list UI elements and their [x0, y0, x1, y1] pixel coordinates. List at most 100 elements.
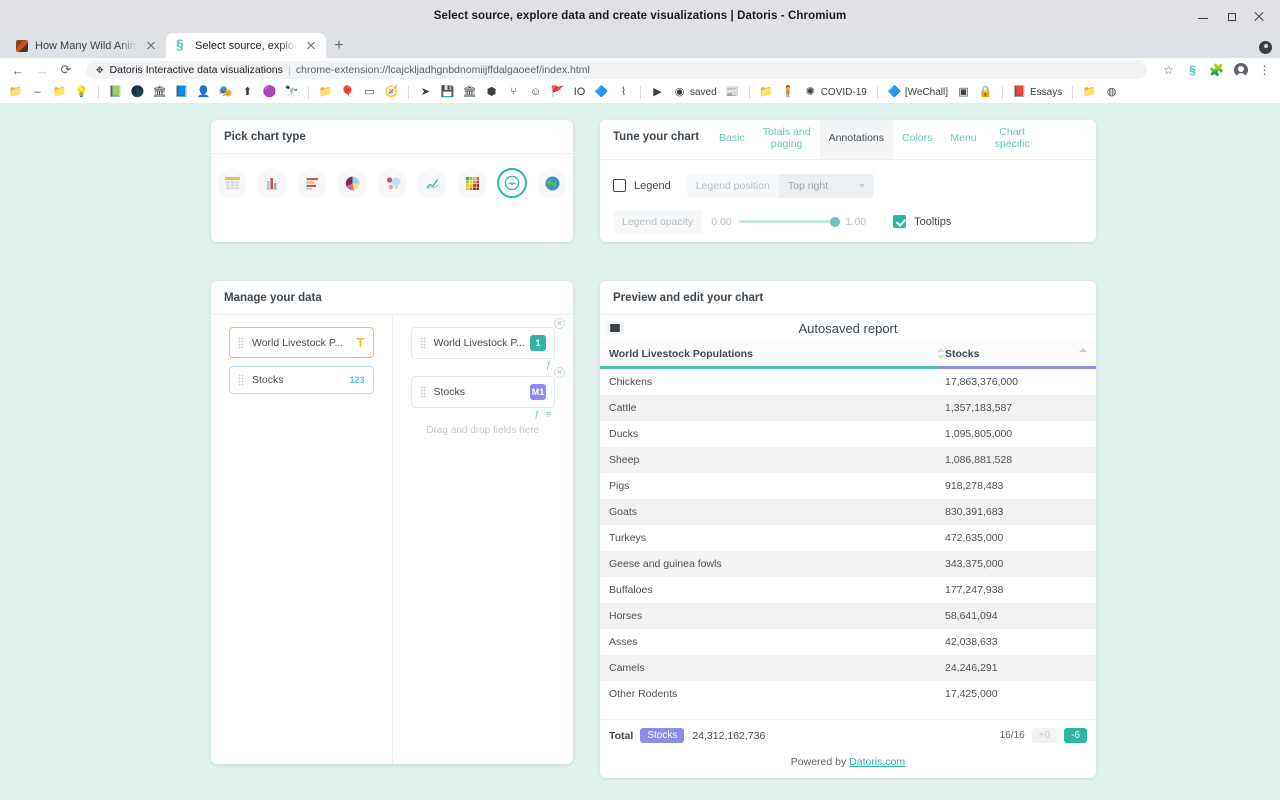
bookmark-item-31[interactable]: ▶ [648, 85, 667, 100]
bookmark-item-23[interactable]: ⬢ [482, 85, 501, 100]
bookmark-item-2[interactable]: 📁 [50, 85, 69, 100]
chart-type-line-icon[interactable] [417, 168, 447, 198]
column-header-stocks[interactable]: Stocks [945, 347, 1087, 360]
bookmark-item-41[interactable]: 🔒 [976, 85, 995, 100]
table-row[interactable]: Asses 42,038,633 [600, 629, 1096, 655]
table-row[interactable]: Chickens 17,863,376,000 [600, 369, 1096, 395]
source-field-stocks[interactable]: Stocks 123 [229, 366, 374, 394]
minimize-button[interactable] [1196, 9, 1210, 23]
used-field-world-livestock[interactable]: World Livestock P... 1 [410, 327, 555, 359]
legend-position-select[interactable]: Top right [778, 173, 874, 198]
bookmark-item-45[interactable]: 📁 [1080, 85, 1099, 100]
chart-type-column-icon[interactable] [257, 168, 287, 198]
new-tab-button[interactable]: + [326, 33, 352, 58]
chrome-menu-icon[interactable]: ⋮ [1257, 63, 1272, 78]
bookmark-item-29[interactable]: ⌇ [614, 85, 633, 100]
bookmark-item-5[interactable]: 📗 [106, 85, 125, 100]
table-row[interactable]: Pigs 918,278,483 [600, 473, 1096, 499]
tab-colors[interactable]: Colors [893, 120, 941, 159]
sort-ascending-icon[interactable] [1078, 347, 1087, 360]
tab-totals-and-paging[interactable]: Totals and paging [754, 120, 820, 159]
bookmark-item-3[interactable]: 💡 [72, 85, 91, 100]
reload-icon[interactable]: ⟳ [56, 60, 76, 80]
forward-icon[interactable]: → [32, 60, 52, 80]
column-header-world-livestock-populations[interactable]: World Livestock Populations [609, 347, 945, 360]
table-row[interactable]: Horses 58,641,094 [600, 602, 1096, 629]
bookmark-item-6[interactable]: 🌑 [128, 85, 147, 100]
remove-field-icon[interactable]: ✕ [554, 367, 565, 378]
bookmark-item-1[interactable]: – [28, 85, 47, 100]
bookmark-item-39[interactable]: 🔷 [WeChall] [885, 85, 951, 100]
remove-field-icon[interactable]: ✕ [554, 318, 565, 329]
chart-type-gauge-icon[interactable] [497, 168, 527, 198]
chart-type-bubble-icon[interactable] [377, 168, 407, 198]
field-function-icons[interactable]: ƒ [546, 360, 553, 370]
datoris-link[interactable]: Datoris.com [849, 756, 905, 768]
slider-knob[interactable] [829, 216, 840, 227]
page-decrease-button[interactable]: -6 [1064, 728, 1087, 743]
bookmark-item-43[interactable]: 📕 Essays [1010, 85, 1065, 100]
bookmark-item-20[interactable]: ➤ [416, 85, 435, 100]
address-bar[interactable]: ✥ Datoris Interactive data visualization… [86, 61, 1147, 79]
bookmark-item-12[interactable]: 🟣 [260, 85, 279, 100]
bookmark-item-11[interactable]: ⬆ [238, 85, 257, 100]
close-tab-icon[interactable] [144, 39, 158, 53]
table-row[interactable]: Camels 24,246,291 [600, 654, 1096, 681]
tab-chart-specific[interactable]: Chart specific [986, 120, 1039, 159]
bookmark-item-13[interactable]: 🔭 [282, 85, 301, 100]
chart-type-bar-icon[interactable] [297, 168, 327, 198]
chart-type-map-icon[interactable] [537, 168, 567, 198]
chart-menu-icon[interactable] [606, 321, 624, 335]
bookmark-item-24[interactable]: ⑂ [504, 85, 523, 100]
table-row[interactable]: Turkeys 472,635,000 [600, 525, 1096, 551]
drag-handle-icon[interactable] [419, 386, 426, 398]
bookmark-item-26[interactable]: 🚩 [548, 85, 567, 100]
table-row[interactable]: Ducks 1,095,805,000 [600, 421, 1096, 447]
legend-opacity-slider[interactable]: 0.00 1.00 [702, 215, 876, 228]
bookmark-item-17[interactable]: ▭ [360, 85, 379, 100]
chart-type-table-icon[interactable] [217, 168, 247, 198]
drag-handle-icon[interactable] [238, 336, 244, 349]
maximize-button[interactable] [1224, 9, 1238, 23]
legend-checkbox[interactable] [613, 179, 626, 192]
chart-type-pie-icon[interactable] [337, 168, 367, 198]
bookmark-item-8[interactable]: 📘 [172, 85, 191, 100]
tooltips-checkbox[interactable] [893, 215, 907, 228]
browser-tab-2[interactable]: Select source, explore data [166, 33, 326, 58]
close-tab-icon[interactable] [304, 39, 318, 53]
drag-handle-icon[interactable] [238, 374, 244, 386]
bookmark-item-28[interactable]: 🔷 [592, 85, 611, 100]
bookmark-item-21[interactable]: 💾 [438, 85, 457, 100]
tab-basic[interactable]: Basic [710, 120, 754, 159]
bookmark-item-27[interactable]: IO [570, 85, 589, 100]
used-field-stocks[interactable]: Stocks M1 [410, 376, 555, 408]
bookmark-item-32[interactable]: ◉ saved [670, 85, 720, 100]
table-row[interactable]: Sheep 1,086,881,528 [600, 446, 1096, 473]
table-row[interactable]: Other Rodents 17,425,000 [600, 681, 1096, 707]
bookmark-item-40[interactable]: ▣ [954, 85, 973, 100]
table-row[interactable]: Geese and guinea fowls 343,375,000 [600, 550, 1096, 577]
bookmark-item-9[interactable]: 👤 [194, 85, 213, 100]
source-field-world-livestock[interactable]: World Livestock P... T [229, 327, 374, 358]
bookmark-item-37[interactable]: ✺ COVID-19 [801, 85, 870, 100]
table-row[interactable]: Cattle 1,357,183,587 [600, 394, 1096, 421]
page-increase-button[interactable]: +0 [1031, 728, 1058, 743]
back-icon[interactable]: ← [8, 60, 28, 80]
tab-annotations[interactable]: Annotations [819, 120, 894, 159]
bookmark-item-10[interactable]: 🎭 [216, 85, 235, 100]
close-window-button[interactable] [1252, 9, 1266, 23]
field-function-icons[interactable]: ƒ # [534, 409, 553, 419]
bookmark-item-36[interactable]: 🧍 [779, 85, 798, 100]
datoris-extension-icon[interactable]: § [1185, 63, 1200, 78]
bookmark-star-icon[interactable]: ☆ [1161, 63, 1176, 78]
bookmark-item-0[interactable]: 📁 [6, 85, 25, 100]
bookmark-item-18[interactable]: 🧭 [382, 85, 401, 100]
sort-icon[interactable] [936, 347, 945, 360]
bookmark-item-25[interactable]: ☺ [526, 85, 545, 100]
drag-handle-icon[interactable] [419, 337, 426, 349]
bookmark-item-15[interactable]: 📁 [316, 85, 335, 100]
bookmark-item-22[interactable]: 🏛 [460, 85, 479, 100]
bookmark-item-46[interactable]: ◍ [1102, 85, 1121, 100]
browser-tab-1[interactable]: How Many Wild Animals Ar [6, 33, 166, 58]
table-row[interactable]: Goats 830,391,683 [600, 498, 1096, 525]
